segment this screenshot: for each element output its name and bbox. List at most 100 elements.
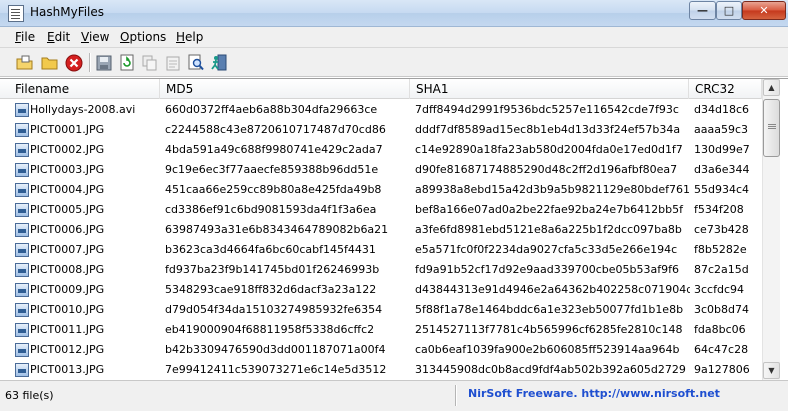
cell-filename: PICT0002.JPG — [30, 143, 105, 156]
table-row[interactable]: PICT0001.JPG c2244588c43e8720610717487d70… — [0, 120, 762, 140]
image-file-icon — [15, 243, 29, 257]
table-row[interactable]: PICT0004.JPG 451caa66e259cc89b80a8e425fda… — [0, 180, 762, 200]
file-list[interactable]: Filename MD5 SHA1 CRC32 Hollydays-2008.a… — [0, 78, 788, 380]
delete-icon — [65, 54, 83, 71]
scroll-up-icon: ▲ — [768, 83, 775, 92]
table-row[interactable]: PICT0011.JPG eb419000904f68811958f5338d6c… — [0, 320, 762, 340]
image-file-icon — [15, 283, 29, 297]
title-bar: HashMyFiles — □ ✕ — [0, 0, 788, 27]
table-row[interactable]: PICT0012.JPG b42b3309476590d3dd001187071a… — [0, 340, 762, 360]
table-row[interactable]: PICT0009.JPG 5348293cae918ff832d6dacf3a23… — [0, 280, 762, 300]
cell-crc32: f534f208 — [694, 203, 744, 216]
column-header-crc32[interactable]: CRC32 — [689, 79, 762, 99]
menu-file[interactable]: File — [15, 30, 35, 44]
minimize-button[interactable]: — — [689, 1, 716, 20]
column-header-md5[interactable]: MD5 — [160, 79, 410, 99]
scroll-up-button[interactable]: ▲ — [763, 79, 780, 96]
cell-crc32: 55d934c4 — [694, 183, 750, 196]
close-icon: ✕ — [759, 4, 769, 17]
cell-sha1: c14e92890a18fa23ab580d2004fda0e17ed0d1f7 — [415, 143, 683, 156]
toolbar — [0, 48, 788, 77]
vertical-scrollbar[interactable]: ▲ ▼ — [762, 79, 780, 380]
cell-md5: fd937ba23f9b141745bd01f26246993b — [165, 263, 380, 276]
image-file-icon — [15, 323, 29, 337]
table-row[interactable]: PICT0008.JPG fd937ba23f9b141745bd01f26246… — [0, 260, 762, 280]
cell-crc32: 64c47c28 — [694, 343, 749, 356]
cell-md5: 4bda591a49c688f9980741e429c2ada7 — [165, 143, 383, 156]
cell-md5: eb419000904f68811958f5338d6cffc2 — [165, 323, 375, 336]
menu-options[interactable]: Options — [120, 30, 166, 44]
cell-filename: Hollydays-2008.avi — [30, 103, 136, 116]
file-icon — [15, 103, 29, 117]
cell-sha1: a3fe6fd8981ebd5121e8a6a225b1f2dcc097ba8b — [415, 223, 682, 236]
toolbar-separator — [89, 53, 90, 72]
delete-button[interactable] — [63, 52, 85, 73]
cell-crc32: 3ccfdc94 — [694, 283, 744, 296]
properties-button[interactable] — [162, 52, 184, 73]
open-folder-icon — [41, 57, 58, 69]
cell-md5: c2244588c43e8720610717487d70cd86 — [165, 123, 386, 136]
cell-crc32: aaaa59c3 — [694, 123, 749, 136]
cell-filename: PICT0001.JPG — [30, 123, 105, 136]
list-header: Filename MD5 SHA1 CRC32 — [0, 79, 762, 99]
cell-sha1: ca0b6eaf1039fa900e2b606085ff523914aa964b — [415, 343, 680, 356]
open-files-button[interactable] — [14, 52, 36, 73]
status-bar: 63 file(s) NirSoft Freeware. http://www.… — [0, 380, 788, 411]
copy-button[interactable] — [139, 52, 161, 73]
exit-icon — [211, 54, 227, 71]
refresh-icon — [120, 54, 134, 71]
cell-sha1: bef8a166e07ad0a2be22fae92ba24e7b6412bb5f — [415, 203, 684, 216]
cell-filename: PICT0006.JPG — [30, 223, 105, 236]
find-button[interactable] — [185, 52, 207, 73]
cell-md5: cd3386ef91c6bd9081593da4f1f3a6ea — [165, 203, 377, 216]
cell-filename: PICT0012.JPG — [30, 343, 105, 356]
menu-view[interactable]: View — [81, 30, 109, 44]
scroll-down-button[interactable]: ▼ — [763, 362, 780, 379]
image-file-icon — [15, 223, 29, 237]
cell-filename: PICT0004.JPG — [30, 183, 105, 196]
maximize-button[interactable]: □ — [716, 1, 742, 20]
table-row[interactable]: PICT0006.JPG 63987493a31e6b8343464789082b… — [0, 220, 762, 240]
image-file-icon — [15, 343, 29, 357]
cell-filename: PICT0010.JPG — [30, 303, 105, 316]
scroll-thumb[interactable] — [763, 99, 780, 157]
table-row[interactable]: PICT0013.JPG 7e99412411c539073271e6c14e5d… — [0, 360, 762, 380]
cell-sha1: fd9a91b52cf17d92e9aad339700cbe05b53af9f6 — [415, 263, 679, 276]
menu-edit[interactable]: Edit — [47, 30, 70, 44]
scroll-down-icon: ▼ — [768, 366, 775, 375]
cell-crc32: 130d99e7 — [694, 143, 750, 156]
close-button[interactable]: ✕ — [742, 1, 786, 20]
menu-bar: File Edit View Options Help — [0, 27, 788, 48]
table-row[interactable]: PICT0005.JPG cd3386ef91c6bd9081593da4f1f3… — [0, 200, 762, 220]
cell-sha1: 2514527113f7781c4b565996cf6285fe2810c148 — [415, 323, 683, 336]
cell-md5: b3623ca3d4664fa6bc60cabf145f4431 — [165, 243, 376, 256]
table-row[interactable]: PICT0003.JPG 9c19e6ec3f77aaecfe859388b96d… — [0, 160, 762, 180]
image-file-icon — [15, 303, 29, 317]
menu-help[interactable]: Help — [176, 30, 203, 44]
cell-filename: PICT0005.JPG — [30, 203, 105, 216]
nirsoft-link[interactable]: NirSoft Freeware. http://www.nirsoft.net — [468, 387, 720, 400]
image-file-icon — [15, 203, 29, 217]
table-row[interactable]: PICT0002.JPG 4bda591a49c688f9980741e429c2… — [0, 140, 762, 160]
image-file-icon — [15, 143, 29, 157]
exit-button[interactable] — [208, 52, 230, 73]
cell-crc32: d34d18c6 — [694, 103, 750, 116]
column-header-sha1[interactable]: SHA1 — [410, 79, 689, 99]
status-divider — [455, 385, 456, 406]
cell-md5: b42b3309476590d3dd001187071a00f4 — [165, 343, 386, 356]
table-row[interactable]: Hollydays-2008.avi 660d0372ff4aeb6a88b304… — [0, 100, 762, 120]
table-row[interactable]: PICT0007.JPG b3623ca3d4664fa6bc60cabf145f… — [0, 240, 762, 260]
refresh-button[interactable] — [116, 52, 138, 73]
open-folder-button[interactable] — [39, 52, 61, 73]
save-button[interactable] — [93, 52, 115, 73]
table-row[interactable]: PICT0010.JPG d79d054f34da15103274985932fe… — [0, 300, 762, 320]
cell-filename: PICT0007.JPG — [30, 243, 105, 256]
column-header-filename[interactable]: Filename — [0, 79, 160, 99]
cell-sha1: 5f88f1a78e1464bddc6a1e323eb50077fd1b1e8b — [415, 303, 684, 316]
cell-sha1: d90fe81687174885290d48c2ff2d196afbf80ea7 — [415, 163, 678, 176]
cell-sha1: a89938a8ebd15a42d3b9a5b9821129e80bdef761 — [415, 183, 690, 196]
image-file-icon — [15, 163, 29, 177]
image-file-icon — [15, 183, 29, 197]
minimize-icon: — — [697, 4, 708, 17]
cell-md5: 660d0372ff4aeb6a88b304dfa29663ce — [165, 103, 378, 116]
